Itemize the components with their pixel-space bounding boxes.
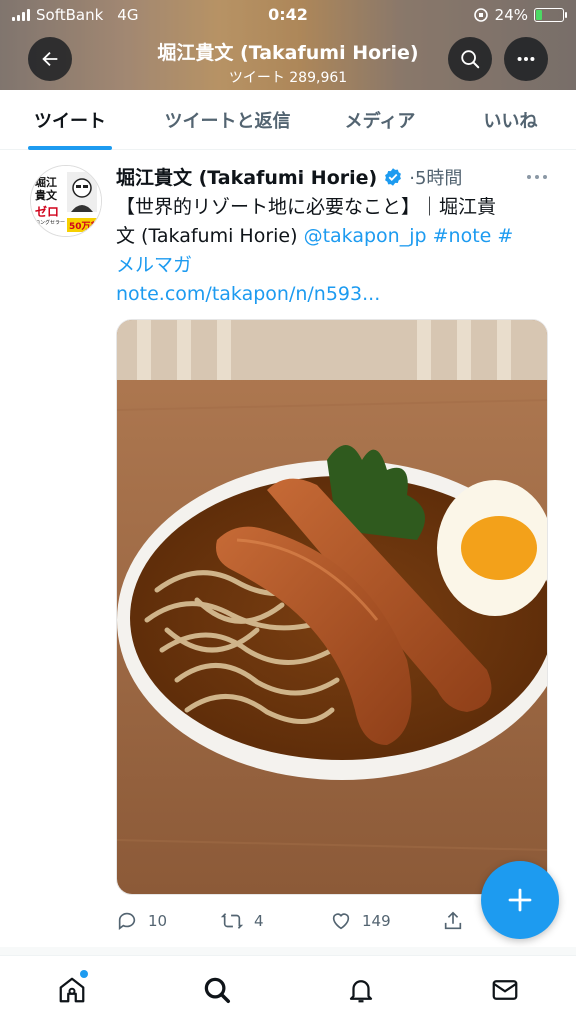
notification-dot bbox=[80, 970, 88, 978]
tweet-count: ツイート 289,961 bbox=[228, 70, 348, 86]
avatar-text-5: 50万部 bbox=[69, 220, 100, 232]
reply-icon bbox=[118, 912, 136, 930]
nav-explore[interactable] bbox=[199, 972, 235, 1008]
nav-messages[interactable] bbox=[487, 972, 523, 1008]
avatar[interactable]: 堀江 貴文 ゼロ ロングセラー 50万部 bbox=[30, 165, 102, 237]
tweet-header: 堀江貴文 (Takafumi Horie) ·5時間 bbox=[116, 163, 462, 190]
retweet-button[interactable]: 4 bbox=[220, 910, 330, 932]
tab-likes[interactable]: いいね bbox=[445, 90, 576, 150]
share-button[interactable] bbox=[442, 910, 464, 932]
retweet-count: 4 bbox=[254, 912, 264, 930]
hashtag-link-prefix[interactable]: # bbox=[497, 225, 513, 247]
hashtag-link[interactable]: #note bbox=[433, 225, 492, 247]
tweet-photo[interactable] bbox=[116, 319, 548, 895]
like-button[interactable]: 149 bbox=[330, 910, 442, 932]
tab-label: メディア bbox=[344, 111, 416, 132]
like-count: 149 bbox=[362, 912, 391, 930]
tweet-text-line-2: 文 (Takafumi Horie) bbox=[116, 225, 304, 247]
tab-tweets-and-replies[interactable]: ツイートと返信 bbox=[140, 90, 315, 150]
photo-soba-curry bbox=[117, 320, 547, 894]
tweet-time: 5時間 bbox=[414, 167, 463, 189]
verified-badge-icon bbox=[385, 167, 402, 186]
more-icon bbox=[527, 175, 547, 179]
author-name[interactable]: 堀江貴文 (Takafumi Horie) bbox=[116, 163, 377, 190]
compose-tweet-button[interactable] bbox=[481, 861, 559, 939]
tab-media[interactable]: メディア bbox=[315, 90, 445, 150]
tab-label: いいね bbox=[483, 111, 538, 132]
book-cover-image: 堀江 貴文 ゼロ ロングセラー 50万部 bbox=[31, 166, 101, 236]
tweet-more-button[interactable] bbox=[526, 167, 548, 186]
search-button[interactable] bbox=[448, 37, 492, 81]
nav-home[interactable] bbox=[54, 970, 90, 1008]
avatar-text-4: ロングセラー bbox=[35, 219, 65, 226]
battery-icon bbox=[534, 8, 567, 22]
battery-percent: 24% bbox=[494, 6, 528, 24]
tab-label: ツイートと返信 bbox=[164, 111, 291, 132]
tweet-text-line-1: 【世界的リゾート地に必要なこと】｜堀江貴 bbox=[116, 196, 497, 218]
envelope-icon bbox=[492, 980, 518, 1000]
profile-header: SoftBank 4G 0:42 24% 堀江貴文 (Takafumi Hori… bbox=[0, 0, 576, 90]
plus-icon bbox=[508, 888, 532, 912]
status-bar: SoftBank 4G 0:42 24% bbox=[0, 0, 576, 30]
tweet-actions: 10 4 149 bbox=[116, 906, 516, 936]
avatar-text-3: ゼロ bbox=[35, 204, 59, 219]
tweet[interactable]: 堀江 貴文 ゼロ ロングセラー 50万部 堀江貴文 (Takafumi Hori… bbox=[0, 151, 576, 947]
avatar-text-2: 貴文 bbox=[35, 188, 58, 202]
reply-count: 10 bbox=[148, 912, 168, 930]
orientation-lock-icon bbox=[473, 8, 488, 22]
share-icon bbox=[444, 911, 462, 930]
more-button[interactable] bbox=[504, 37, 548, 81]
profile-tabs: ツイート ツイートと返信 メディア いいね bbox=[0, 90, 576, 150]
nav-notifications[interactable] bbox=[343, 972, 379, 1008]
tab-tweets[interactable]: ツイート bbox=[0, 90, 140, 150]
more-icon bbox=[517, 56, 535, 62]
search-icon bbox=[204, 977, 230, 1003]
hashtag-link[interactable]: メルマガ bbox=[116, 254, 192, 276]
tweet-text: 【世界的リゾート地に必要なこと】｜堀江貴 文 (Takafumi Horie) … bbox=[116, 193, 536, 309]
mention-link[interactable]: @takapon_jp bbox=[304, 225, 427, 247]
url-link[interactable]: note.com/takapon/n/n593... bbox=[116, 283, 380, 305]
active-tab-indicator bbox=[28, 146, 112, 150]
reply-button[interactable]: 10 bbox=[116, 910, 220, 932]
heart-icon bbox=[332, 913, 350, 930]
bottom-navigation bbox=[0, 955, 576, 1024]
divider bbox=[0, 947, 576, 955]
tab-label: ツイート bbox=[34, 111, 106, 132]
avatar-text-1: 堀江 bbox=[35, 175, 57, 189]
home-icon bbox=[59, 977, 85, 1003]
retweet-icon bbox=[220, 913, 244, 929]
bell-icon bbox=[349, 980, 373, 1003]
search-icon bbox=[461, 50, 480, 69]
